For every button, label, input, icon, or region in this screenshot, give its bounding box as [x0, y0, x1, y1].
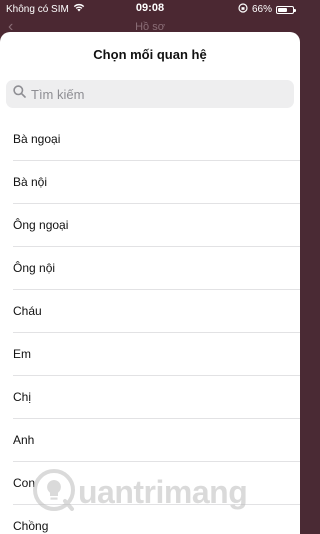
battery-level-fill — [278, 7, 287, 12]
list-item[interactable]: Em — [13, 333, 300, 376]
list-item-label: Chồng — [13, 519, 49, 533]
relationship-picker-sheet: Chọn mối quan hệ Bà ngoại Bà nội Ông ngo… — [0, 32, 300, 534]
search-input[interactable] — [31, 86, 281, 102]
battery-icon — [276, 5, 296, 14]
list-item-label: Cháu — [13, 304, 42, 318]
list-item-label: Con — [13, 476, 36, 490]
list-item-label: Em — [13, 347, 31, 361]
list-item[interactable]: Cháu — [13, 290, 300, 333]
list-item[interactable]: Con — [13, 462, 300, 505]
status-bar: Không có SIM 09:08 66% — [0, 0, 300, 18]
list-item-label: Bà nội — [13, 175, 48, 189]
list-item[interactable]: Chồng — [13, 505, 300, 534]
list-item[interactable]: Anh — [13, 419, 300, 462]
list-item-label: Anh — [13, 433, 35, 447]
orientation-lock-icon — [238, 3, 248, 16]
list-item-label: Ông nội — [13, 261, 56, 275]
list-item-label: Chị — [13, 390, 32, 404]
battery-percent: 66% — [251, 4, 272, 15]
relationship-list: Bà ngoại Bà nội Ông ngoại Ông nội Cháu E… — [0, 118, 300, 534]
list-item-label: Bà ngoại — [13, 132, 61, 146]
search-bar[interactable] — [6, 80, 294, 108]
sheet-title: Chọn mối quan hệ — [93, 47, 207, 62]
list-item[interactable]: Ông nội — [13, 247, 300, 290]
list-item[interactable]: Bà nội — [13, 161, 300, 204]
list-item-label: Ông ngoại — [13, 218, 69, 232]
list-item[interactable]: Bà ngoại — [13, 118, 300, 161]
list-item[interactable]: Ông ngoại — [13, 204, 300, 247]
status-right: 66% — [238, 3, 296, 16]
list-item[interactable]: Chị — [13, 376, 300, 419]
search-icon — [13, 85, 26, 103]
